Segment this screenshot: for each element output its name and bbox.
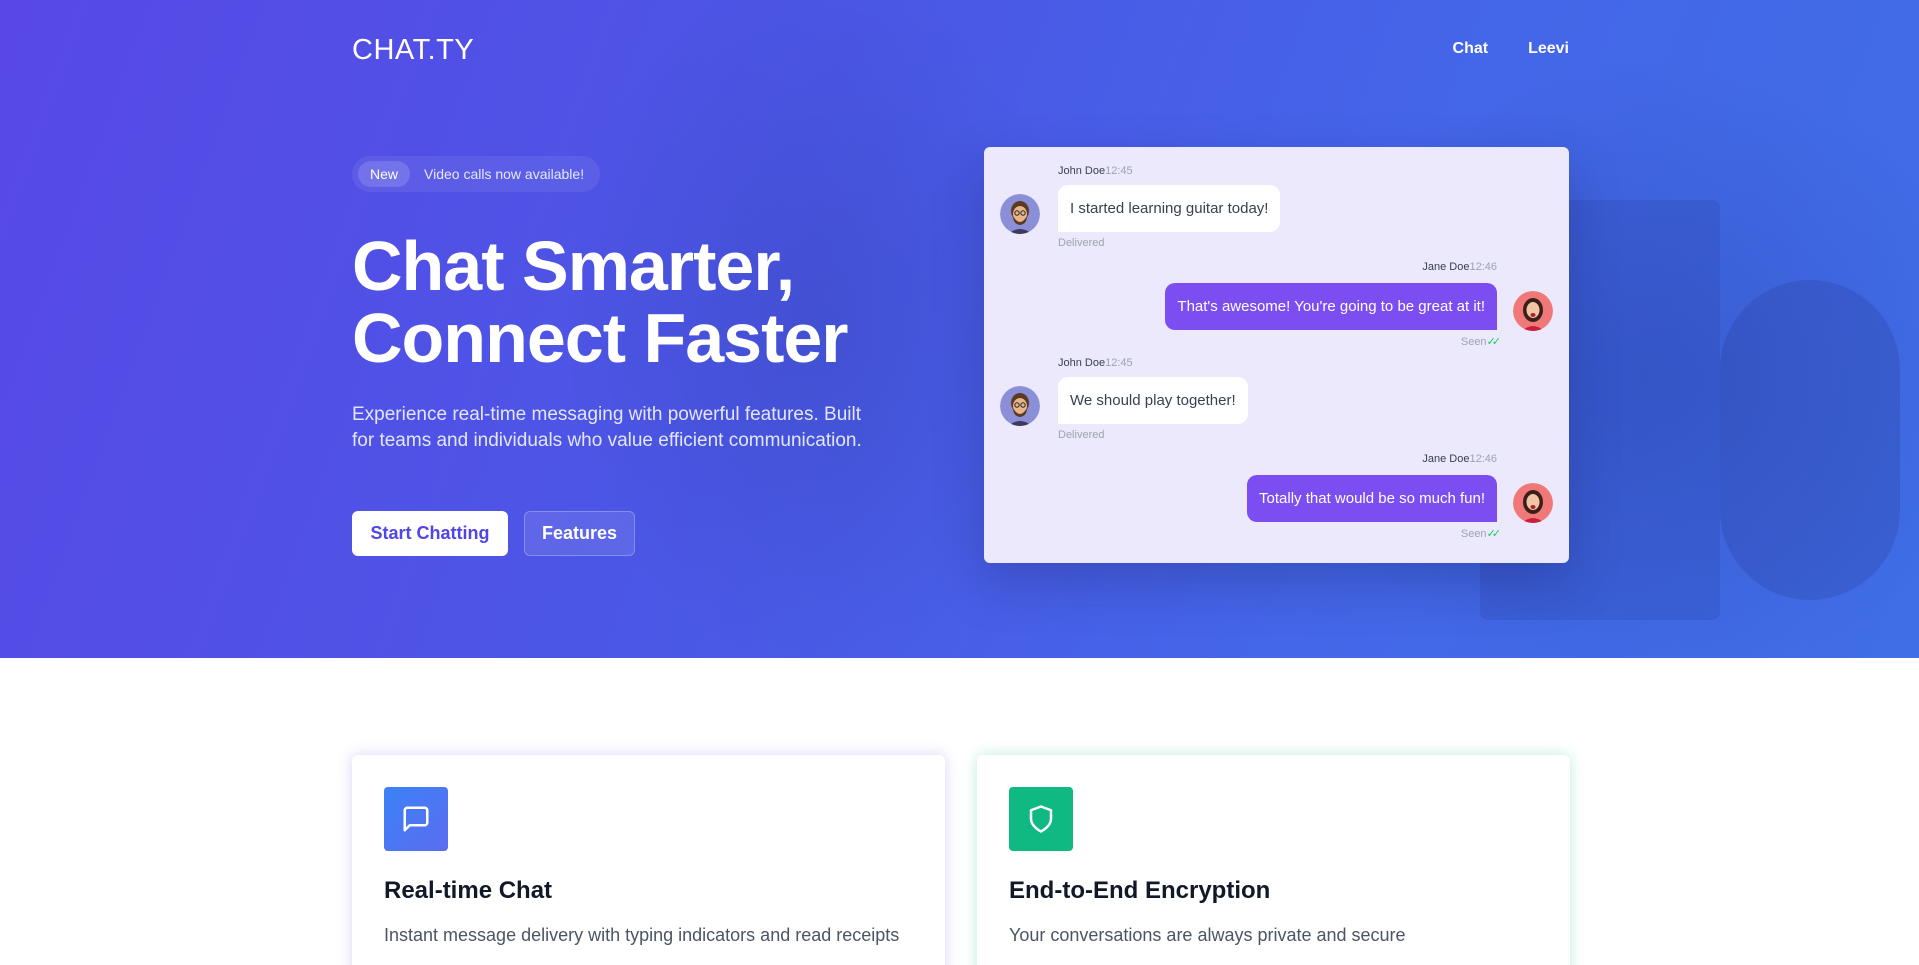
- john-avatar-icon: [1000, 194, 1040, 234]
- badge-text: Video calls now available!: [424, 166, 585, 182]
- start-chatting-button[interactable]: Start Chatting: [352, 511, 508, 556]
- nav-link-chat[interactable]: Chat: [1453, 40, 1489, 58]
- avatar-john: [1000, 194, 1040, 234]
- message-status: Seen✓✓: [1460, 527, 1502, 540]
- feature-card-encryption: End-to-End Encryption Your conversations…: [977, 755, 1570, 965]
- feature-card-realtime-chat: Real-time Chat Instant message delivery …: [352, 755, 945, 965]
- message-meta: Jane Doe12:46: [1422, 261, 1497, 273]
- feature-title: End-to-End Encryption: [1009, 877, 1271, 904]
- double-check-icon: ✓✓: [1486, 336, 1502, 348]
- features-button[interactable]: Features: [524, 511, 635, 556]
- sender-name: Jane Doe: [1422, 261, 1470, 273]
- feature-description: Your conversations are always private an…: [1009, 925, 1406, 945]
- message-time: 12:46: [1469, 453, 1497, 465]
- avatar-jane: [1513, 291, 1553, 331]
- jane-avatar-icon: [1513, 483, 1553, 523]
- avatar-jane: [1513, 483, 1553, 523]
- message-bubble-incoming: We should play together!: [1058, 377, 1248, 424]
- message-status: Delivered: [1058, 237, 1105, 249]
- message-time: 12:45: [1105, 357, 1133, 369]
- message-meta: Jane Doe12:46: [1422, 453, 1497, 465]
- hero-headline: Chat Smarter, Connect Faster: [352, 227, 849, 377]
- top-nav: Chat Leevi: [1453, 40, 1569, 58]
- message-bubble-outgoing: Totally that would be so much fun!: [1247, 475, 1497, 522]
- badge-tag: New: [358, 161, 411, 187]
- headline-line-1: Chat Smarter,: [352, 227, 795, 305]
- status-text: Seen: [1460, 528, 1487, 540]
- chat-preview-card: John Doe12:45 I started learning guitar …: [984, 147, 1569, 563]
- message-status: Delivered: [1058, 429, 1105, 441]
- background-photo-shade: [1720, 280, 1900, 600]
- message-time: 12:45: [1105, 165, 1133, 177]
- message-meta: John Doe12:45: [1058, 357, 1133, 369]
- feature-title: Real-time Chat: [384, 877, 553, 904]
- shield-icon: [1009, 787, 1073, 851]
- double-check-icon: ✓✓: [1486, 528, 1502, 540]
- sender-name: Jane Doe: [1422, 453, 1470, 465]
- nav-link-user[interactable]: Leevi: [1528, 40, 1569, 58]
- message-time: 12:46: [1469, 261, 1497, 273]
- message-bubble-incoming: I started learning guitar today!: [1058, 185, 1281, 232]
- chat-bubble-icon: [384, 787, 448, 851]
- avatar-john: [1000, 386, 1040, 426]
- feature-description: Instant message delivery with typing ind…: [384, 925, 900, 945]
- status-text: Seen: [1460, 336, 1487, 348]
- sender-name: John Doe: [1058, 357, 1106, 369]
- message-meta: John Doe12:45: [1058, 165, 1133, 177]
- brand-logo[interactable]: CHAT.TY: [352, 34, 474, 67]
- headline-line-2: Connect Faster: [352, 299, 849, 377]
- announcement-badge[interactable]: New Video calls now available!: [352, 156, 601, 192]
- message-status: Seen✓✓: [1460, 335, 1502, 348]
- jane-avatar-icon: [1513, 291, 1553, 331]
- hero-section: CHAT.TY Chat Leevi New Video calls now a…: [0, 0, 1919, 658]
- sender-name: John Doe: [1058, 165, 1106, 177]
- john-avatar-icon: [1000, 386, 1040, 426]
- hero-subtext: Experience real-time messaging with powe…: [352, 404, 862, 451]
- features-section: Real-time Chat Instant message delivery …: [352, 755, 1570, 965]
- message-bubble-outgoing: That's awesome! You're going to be great…: [1165, 283, 1497, 330]
